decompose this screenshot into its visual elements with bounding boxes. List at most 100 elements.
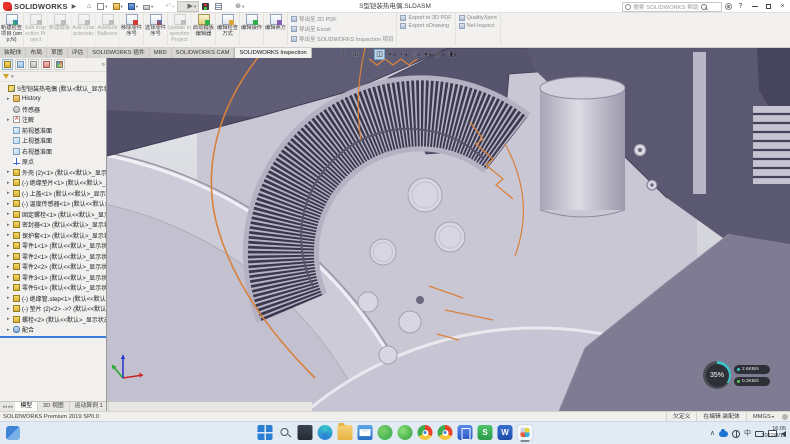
expand-arrow-icon[interactable] <box>7 178 11 188</box>
chrome-icon[interactable] <box>418 425 433 440</box>
chrome-icon-2[interactable] <box>438 425 453 440</box>
view-orientation-button[interactable]: ◈ <box>386 49 397 60</box>
widgets-button[interactable] <box>6 426 20 440</box>
tab-layout[interactable]: 布局 <box>26 48 47 58</box>
taskbar-clock[interactable]: 16:05 2022/8/15 <box>762 426 786 440</box>
select-balloons-button[interactable]: 选择零件序号 <box>144 13 168 48</box>
edit-inspection-method-button[interactable]: 编辑检查方式 <box>216 13 240 48</box>
options-button[interactable]: ⊛▾ <box>226 1 246 12</box>
green-app-icon[interactable] <box>398 425 413 440</box>
tree-item-history[interactable]: History <box>0 94 107 105</box>
help-button[interactable]: ? <box>735 1 746 12</box>
tab-3d-views[interactable]: 3D 视图 <box>38 402 70 411</box>
open-button[interactable]: ▾ <box>111 1 125 12</box>
tree-item-top-plane[interactable]: 上视基准面 <box>0 136 107 147</box>
tree-item-part[interactable]: 零件1<1> (默认<<默认>_显示状态 <box>0 241 107 252</box>
tree-splitter-bar[interactable] <box>0 336 107 338</box>
emulator-icon[interactable] <box>458 425 473 440</box>
new-document-button[interactable]: ▾ <box>95 1 109 12</box>
network-icon[interactable] <box>732 430 740 438</box>
expand-arrow-icon[interactable] <box>7 314 11 324</box>
export-excel-button[interactable]: 导出至 Excel <box>291 25 393 33</box>
tab-display-manager[interactable] <box>54 59 65 70</box>
task-view-button[interactable] <box>298 425 313 440</box>
section-view-button[interactable]: ◫ <box>374 49 385 60</box>
restore-button[interactable] <box>763 1 774 12</box>
tab-configuration-manager[interactable] <box>28 59 39 70</box>
tree-item-part[interactable]: (-) 垫片 (2)<2> ->? (默认<<默认> <box>0 304 107 315</box>
file-properties-button[interactable] <box>213 1 225 12</box>
zoom-area-button[interactable]: ⊞ <box>350 49 361 60</box>
edit-vendors-button[interactable]: 编辑卖方 <box>264 13 288 48</box>
tab-feature-tree[interactable] <box>2 59 13 70</box>
apply-scene-button[interactable]: ▦ <box>434 49 445 60</box>
select-button[interactable]: ▶▾ <box>177 1 199 12</box>
expand-arrow-icon[interactable] <box>7 304 11 314</box>
status-editing[interactable]: 在编辑 装配体 <box>696 412 745 422</box>
tab-dimxpert-manager[interactable] <box>41 59 52 70</box>
expand-arrow-icon[interactable] <box>7 251 11 261</box>
rebuild-button[interactable] <box>200 1 212 12</box>
tree-item-part[interactable]: 外壳 (2)<1> (默认<<默认>_显示状 <box>0 167 107 178</box>
login-icon[interactable] <box>725 3 732 10</box>
file-explorer-icon[interactable] <box>338 425 353 440</box>
expand-arrow-icon[interactable] <box>7 283 11 293</box>
minimize-button[interactable] <box>749 1 760 12</box>
export-3d-pdf-button[interactable]: Export to 3D PDF <box>400 15 451 21</box>
previous-view-button[interactable]: ↶ <box>362 49 373 60</box>
tree-item-annotations[interactable]: 注解 <box>0 115 107 126</box>
expand-arrow-icon[interactable] <box>7 167 11 177</box>
solidworks-taskbar-icon[interactable] <box>518 425 533 440</box>
menu-flyout-arrow[interactable]: ▶ <box>72 3 77 10</box>
edit-appearance-button[interactable]: ● <box>422 49 433 60</box>
expand-arrow-icon[interactable] <box>7 94 11 104</box>
edit-operations-button[interactable]: 编辑操作 <box>240 13 264 48</box>
home-button[interactable]: ⌂ <box>78 1 94 12</box>
expand-arrow-icon[interactable] <box>7 199 11 209</box>
tab-motion-study[interactable]: 运动算例 1 <box>70 402 109 411</box>
expand-arrow-icon[interactable] <box>7 230 11 240</box>
edit-inspection-project-button[interactable]: Edit Inspection Project <box>24 13 48 48</box>
add-edit-balloons-button[interactable]: Add/Edit Balloons <box>96 13 120 48</box>
save-button[interactable]: ▾ <box>126 1 140 12</box>
filter-funnel-icon[interactable] <box>3 74 9 79</box>
new-inspection-project-button[interactable]: 新建检查项目 (amp;N) <box>0 13 24 48</box>
net-inspect-button[interactable]: Net-Inspect <box>459 23 497 29</box>
tray-expand-button[interactable]: ∧ <box>710 425 715 442</box>
tree-item-mates[interactable]: 配合 <box>0 325 107 336</box>
hide-show-items-button[interactable]: ◎ <box>410 49 421 60</box>
qualityxpert-button[interactable]: QualityXpert <box>459 15 497 21</box>
expand-arrow-icon[interactable] <box>7 325 11 335</box>
status-units[interactable]: MMGS <box>746 412 780 422</box>
update-inspection-project-button[interactable]: Update Inspection Project <box>168 13 192 48</box>
launch-template-editor-button[interactable]: 启动模板编辑器 <box>192 13 216 48</box>
export-2d-pdf-button[interactable]: 导出至 2D PDF <box>291 15 393 23</box>
tree-item-part[interactable]: 密封器<1> (默认<<默认>_显示状 <box>0 220 107 231</box>
tab-assembly[interactable]: 装配体 <box>0 48 26 58</box>
display-style-button[interactable]: ◐ <box>398 49 409 60</box>
expand-arrow-icon[interactable] <box>7 115 11 125</box>
status-help-icon[interactable] <box>782 414 788 420</box>
tree-item-part[interactable]: 保护套<1> (默认<<默认>_显示状 <box>0 230 107 241</box>
tree-item-part[interactable]: (-) 上盖<1> (默认<<默认>_显示状 <box>0 188 107 199</box>
expand-arrow-icon[interactable] <box>7 241 11 251</box>
help-search-input[interactable]: 搜索 SOLIDWORKS 帮助 <box>622 2 722 12</box>
tree-item-assembly-root[interactable]: S型铠装热电偶 (默认<默认_显示状态-1 <box>0 83 107 94</box>
expand-arrow-icon[interactable] <box>7 220 11 230</box>
tab-inspection[interactable]: SOLIDWORKS Inspection <box>234 48 311 58</box>
tree-item-part[interactable]: 零件5<1> (默认<<默认>_显示状 <box>0 283 107 294</box>
zoom-fit-button[interactable]: ⊕ <box>338 49 349 60</box>
view-settings-button[interactable]: ◨ <box>446 49 457 60</box>
word-icon[interactable]: W <box>498 425 513 440</box>
tree-item-part[interactable]: 零件3<1> (默认<<默认>_显示状 <box>0 272 107 283</box>
tree-item-part[interactable]: 零件2<2> (默认<<默认>_显示状 <box>0 262 107 273</box>
tree-item-right-plane[interactable]: 右视基准面 <box>0 146 107 157</box>
expand-arrow-icon[interactable] <box>7 262 11 272</box>
tab-scroll-buttons[interactable]: ◂◂ ▸▸ <box>0 402 15 411</box>
tree-item-part[interactable]: 固定螺栓<1> (默认<<默认>_显示 <box>0 209 107 220</box>
filter-caret-icon[interactable]: ▾ <box>11 74 14 80</box>
remove-balloons-button[interactable]: 移除零件序号 <box>120 13 144 48</box>
close-button[interactable]: × <box>777 1 788 12</box>
edge-icon[interactable] <box>318 425 333 440</box>
expand-arrow-icon[interactable] <box>7 272 11 282</box>
